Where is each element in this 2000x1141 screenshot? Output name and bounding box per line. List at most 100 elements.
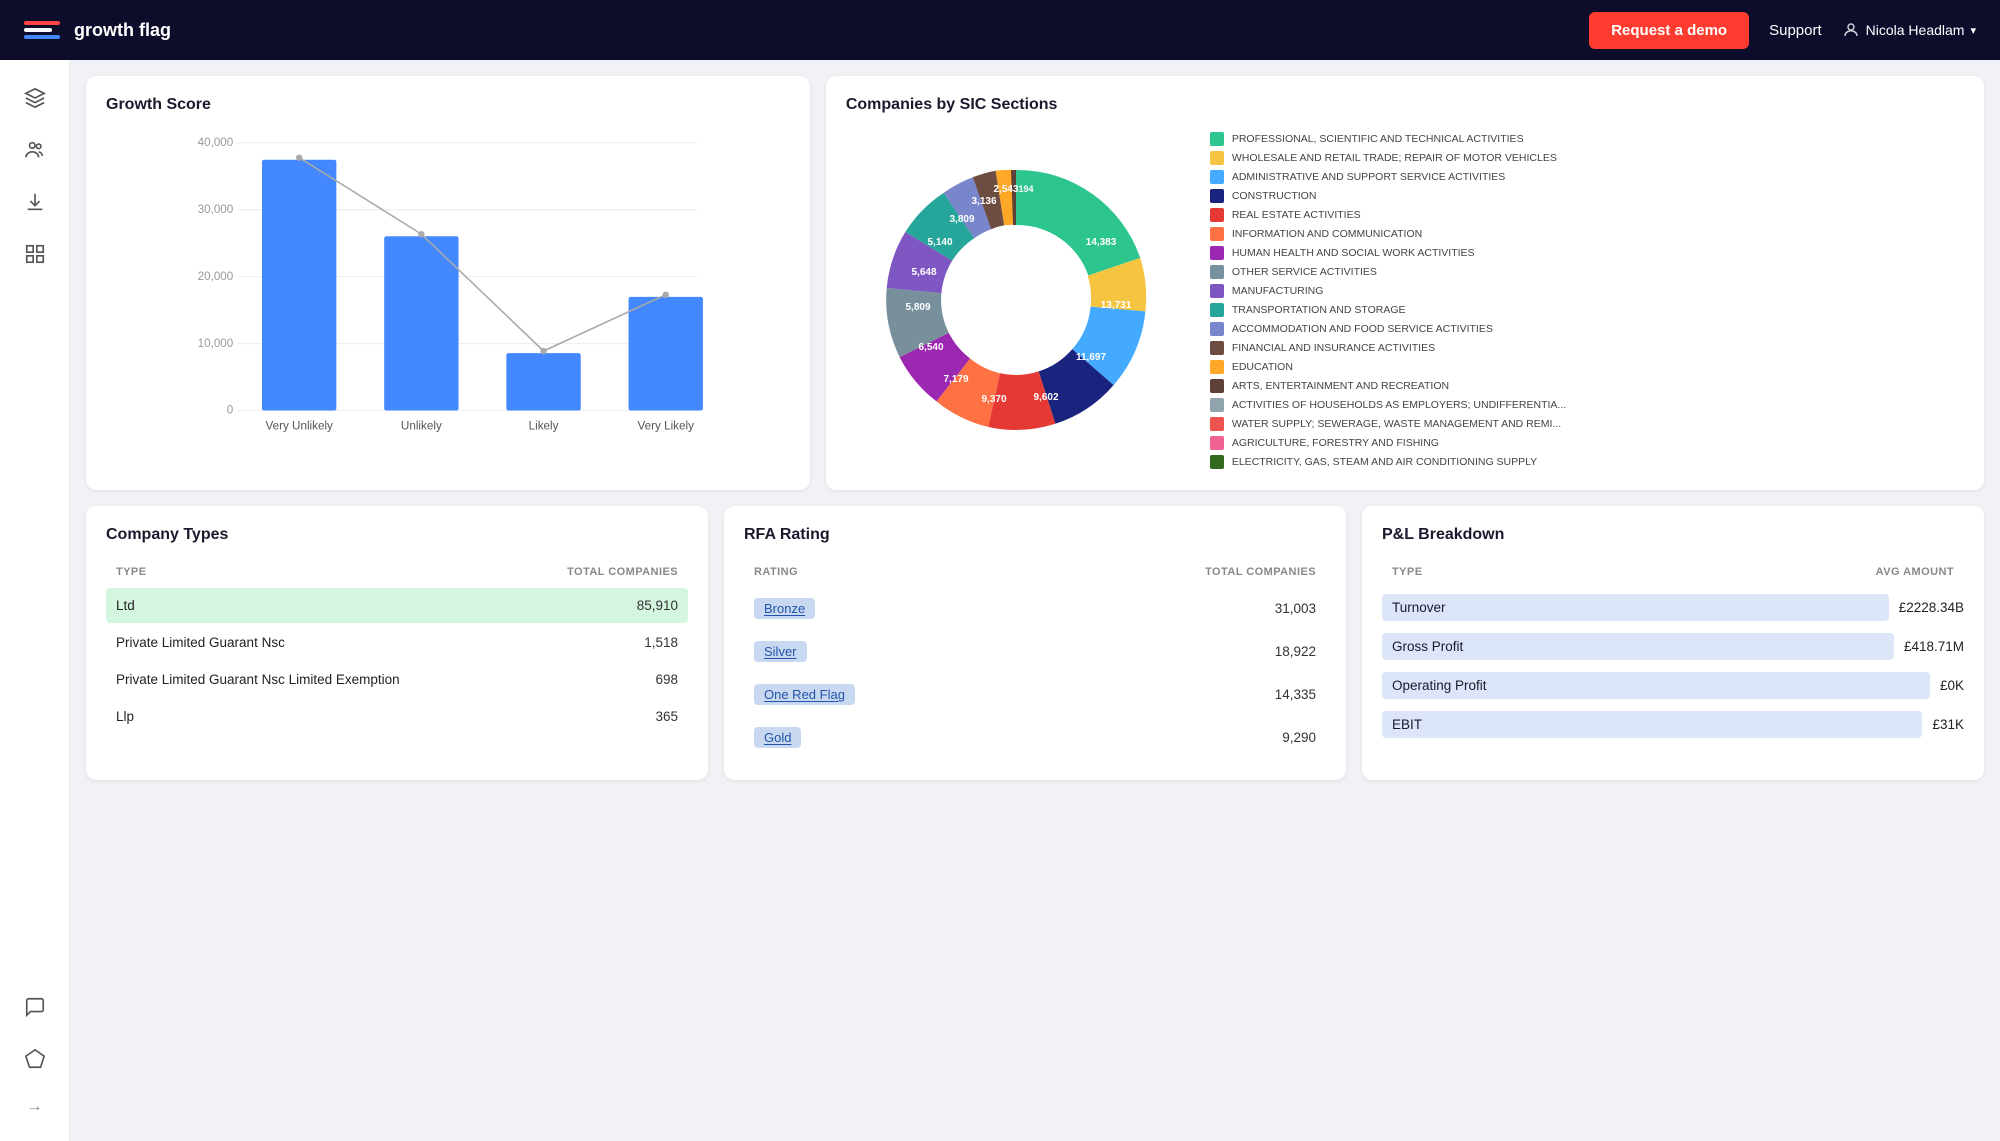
legend-label: ELECTRICITY, GAS, STEAM AND AIR CONDITIO… xyxy=(1232,456,1537,468)
svg-text:7,179: 7,179 xyxy=(943,374,968,385)
legend-swatch xyxy=(1210,284,1224,298)
svg-text:13,731: 13,731 xyxy=(1101,300,1132,311)
legend-swatch xyxy=(1210,246,1224,260)
top-row: Growth Score 40,000 30,000 20,000 10,000… xyxy=(86,76,1984,490)
col-total-label: TOTAL COMPANIES xyxy=(1205,566,1316,578)
col-rating-label: RATING xyxy=(754,566,798,578)
svg-text:5,648: 5,648 xyxy=(911,267,936,278)
svg-text:10,000: 10,000 xyxy=(198,337,234,350)
col-total-label: TOTAL COMPANIES xyxy=(567,566,678,578)
legend-item-info: INFORMATION AND COMMUNICATION xyxy=(1210,227,1964,241)
legend-label: REAL ESTATE ACTIVITIES xyxy=(1232,209,1361,221)
sidebar-item-download[interactable] xyxy=(13,180,57,224)
legend-item-wholesale: WHOLESALE AND RETAIL TRADE; REPAIR OF MO… xyxy=(1210,151,1964,165)
legend-swatch xyxy=(1210,151,1224,165)
svg-text:3,809: 3,809 xyxy=(949,214,974,225)
cube-icon xyxy=(24,87,46,109)
pl-avg: £2228.34B xyxy=(1899,600,1964,615)
svg-text:5,140: 5,140 xyxy=(927,237,952,248)
legend-swatch xyxy=(1210,436,1224,450)
svg-text:6,540: 6,540 xyxy=(918,342,943,353)
sic-card: Companies by SIC Sections xyxy=(826,76,1984,490)
header-actions: Request a demo Support Nicola Headlam ▾ xyxy=(1589,12,1976,49)
legend-item-financial: FINANCIAL AND INSURANCE ACTIVITIES xyxy=(1210,341,1964,355)
row-total: 31,003 xyxy=(1275,601,1316,616)
row-type: Llp xyxy=(116,709,655,724)
company-types-title: Company Types xyxy=(106,526,688,544)
svg-text:14,383: 14,383 xyxy=(1086,237,1117,248)
sidebar-bottom: → xyxy=(13,985,57,1125)
legend-label: ARTS, ENTERTAINMENT AND RECREATION xyxy=(1232,380,1449,392)
legend-swatch xyxy=(1210,398,1224,412)
legend-label: WHOLESALE AND RETAIL TRADE; REPAIR OF MO… xyxy=(1232,152,1557,164)
row-type: Ltd xyxy=(116,598,637,613)
sidebar-item-grid[interactable] xyxy=(13,232,57,276)
legend-swatch xyxy=(1210,265,1224,279)
rfa-one-red-badge[interactable]: One Red Flag xyxy=(754,684,855,705)
sidebar-item-cube[interactable] xyxy=(13,76,57,120)
row-total: 14,335 xyxy=(1275,687,1316,702)
pl-row-operating-profit: Operating Profit £0K xyxy=(1382,666,1964,705)
sic-title: Companies by SIC Sections xyxy=(846,96,1964,114)
table-row: Silver 18,922 xyxy=(744,631,1326,672)
legend-swatch xyxy=(1210,322,1224,336)
sidebar-collapse-button[interactable]: → xyxy=(13,1089,57,1125)
row-type: Private Limited Guarant Nsc xyxy=(116,635,644,650)
rfa-bronze-badge[interactable]: Bronze xyxy=(754,598,815,619)
donut-chart-area: 14,383 13,731 11,697 9,602 9,370 7,179 6… xyxy=(846,130,1186,470)
svg-text:9,602: 9,602 xyxy=(1033,392,1058,403)
legend-item-transport: TRANSPORTATION AND STORAGE xyxy=(1210,303,1964,317)
sidebar-item-diamond[interactable] xyxy=(13,1037,57,1081)
rfa-header: RATING TOTAL COMPANIES xyxy=(744,560,1326,584)
legend-item-other-services: OTHER SERVICE ACTIVITIES xyxy=(1210,265,1964,279)
svg-text:Unlikely: Unlikely xyxy=(401,420,442,433)
table-row: Private Limited Guarant Nsc Limited Exem… xyxy=(106,662,688,697)
request-demo-button[interactable]: Request a demo xyxy=(1589,12,1749,49)
legend-item-construction: CONSTRUCTION xyxy=(1210,189,1964,203)
rfa-silver-badge[interactable]: Silver xyxy=(754,641,807,662)
pl-type: Operating Profit xyxy=(1382,672,1930,699)
row-total: 85,910 xyxy=(637,598,678,613)
pl-row-gross-profit: Gross Profit £418.71M xyxy=(1382,627,1964,666)
table-row: Llp 365 xyxy=(106,699,688,734)
arrow-right-icon: → xyxy=(27,1098,43,1116)
col-avg-label: AVG AMOUNT xyxy=(1876,566,1954,578)
user-menu[interactable]: Nicola Headlam ▾ xyxy=(1842,21,1976,39)
legend-label: PROFESSIONAL, SCIENTIFIC AND TECHNICAL A… xyxy=(1232,133,1524,145)
sidebar-item-people[interactable] xyxy=(13,128,57,172)
bottom-row: Company Types TYPE TOTAL COMPANIES Ltd 8… xyxy=(86,506,1984,780)
sidebar-item-chat[interactable] xyxy=(13,985,57,1029)
svg-text:Likely: Likely xyxy=(529,420,559,433)
legend-swatch xyxy=(1210,170,1224,184)
legend-item-realestate: REAL ESTATE ACTIVITIES xyxy=(1210,208,1964,222)
svg-text:11,697: 11,697 xyxy=(1076,352,1106,363)
pl-avg: £31K xyxy=(1932,717,1964,732)
table-row: Ltd 85,910 xyxy=(106,588,688,623)
pl-type: Turnover xyxy=(1382,594,1889,621)
legend-item-professional: PROFESSIONAL, SCIENTIFIC AND TECHNICAL A… xyxy=(1210,132,1964,146)
svg-text:Very Likely: Very Likely xyxy=(638,420,695,433)
legend-swatch xyxy=(1210,360,1224,374)
legend-label: MANUFACTURING xyxy=(1232,285,1324,297)
company-types-card: Company Types TYPE TOTAL COMPANIES Ltd 8… xyxy=(86,506,708,780)
legend-item-manufacturing: MANUFACTURING xyxy=(1210,284,1964,298)
legend-label: ADMINISTRATIVE AND SUPPORT SERVICE ACTIV… xyxy=(1232,171,1505,183)
logo-area: growth flag xyxy=(24,10,1589,50)
growth-score-card: Growth Score 40,000 30,000 20,000 10,000… xyxy=(86,76,810,490)
svg-text:0: 0 xyxy=(227,404,234,417)
donut-wrapper: 14,383 13,731 11,697 9,602 9,370 7,179 6… xyxy=(846,130,1964,470)
svg-text:9,370: 9,370 xyxy=(981,394,1006,405)
pl-type: EBIT xyxy=(1382,711,1922,738)
svg-text:194: 194 xyxy=(1018,184,1033,194)
main-wrapper: → Growth Score 40,000 30,000 20,000 10,0… xyxy=(0,60,2000,1141)
support-button[interactable]: Support xyxy=(1769,22,1822,39)
row-type: Private Limited Guarant Nsc Limited Exem… xyxy=(116,672,655,687)
legend-item-accommodation: ACCOMMODATION AND FOOD SERVICE ACTIVITIE… xyxy=(1210,322,1964,336)
legend-label: WATER SUPPLY; SEWERAGE, WASTE MANAGEMENT… xyxy=(1232,418,1561,430)
rfa-gold-badge[interactable]: Gold xyxy=(754,727,801,748)
legend-swatch xyxy=(1210,341,1224,355)
legend-label: EDUCATION xyxy=(1232,361,1293,373)
row-total: 9,290 xyxy=(1282,730,1316,745)
legend-swatch xyxy=(1210,455,1224,469)
pl-row-ebit: EBIT £31K xyxy=(1382,705,1964,744)
